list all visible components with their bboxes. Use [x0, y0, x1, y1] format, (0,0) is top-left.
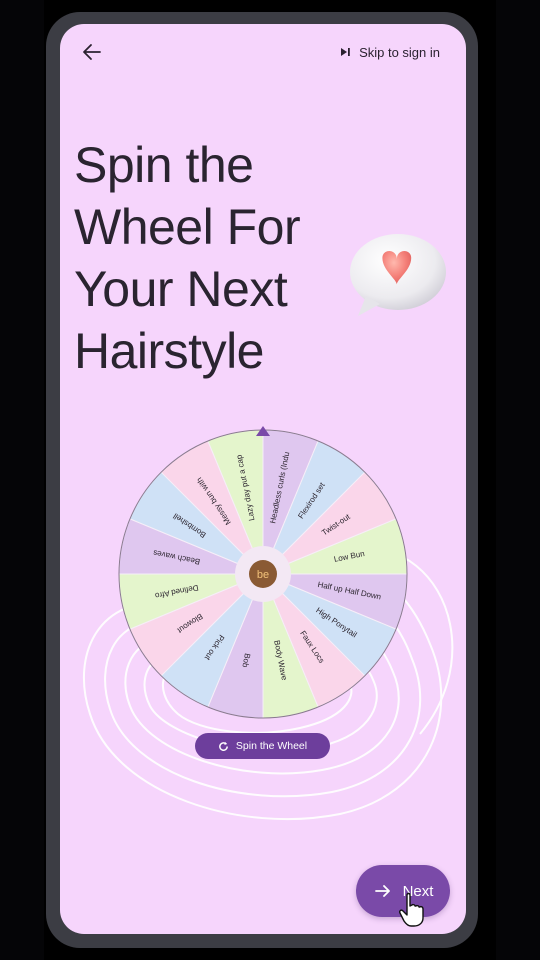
page-title: Spin the Wheel For Your Next Hairstyle: [74, 134, 374, 382]
hairstyle-wheel[interactable]: Headless curls (Indu Flexirod setTwist-ou…: [60, 414, 466, 884]
center-logo-text: be: [257, 569, 269, 581]
title-line: Your Next: [74, 261, 288, 317]
arrow-right-icon: [373, 881, 393, 901]
title-line: Spin the: [74, 137, 254, 193]
spin-button-label: Spin the Wheel: [235, 740, 308, 752]
refresh-icon: [218, 741, 229, 752]
spin-the-wheel-button[interactable]: Spin the Wheel: [195, 733, 330, 759]
hand-cursor-icon: [399, 892, 424, 927]
letterbox-left: [0, 0, 44, 960]
back-button[interactable]: [80, 40, 104, 64]
arrow-left-icon: [83, 44, 101, 60]
onboarding-screen: Skip to sign in Spin the Wheel For Your …: [60, 24, 466, 934]
letterbox-right: [496, 0, 540, 960]
skip-to-sign-in-link[interactable]: Skip to sign in: [339, 43, 440, 61]
skip-next-icon: [339, 46, 351, 58]
title-line: Wheel For: [74, 199, 301, 255]
title-line: Hairstyle: [74, 323, 264, 379]
skip-label: Skip to sign in: [359, 44, 440, 60]
heart-chat-bubble-icon: [344, 228, 448, 320]
